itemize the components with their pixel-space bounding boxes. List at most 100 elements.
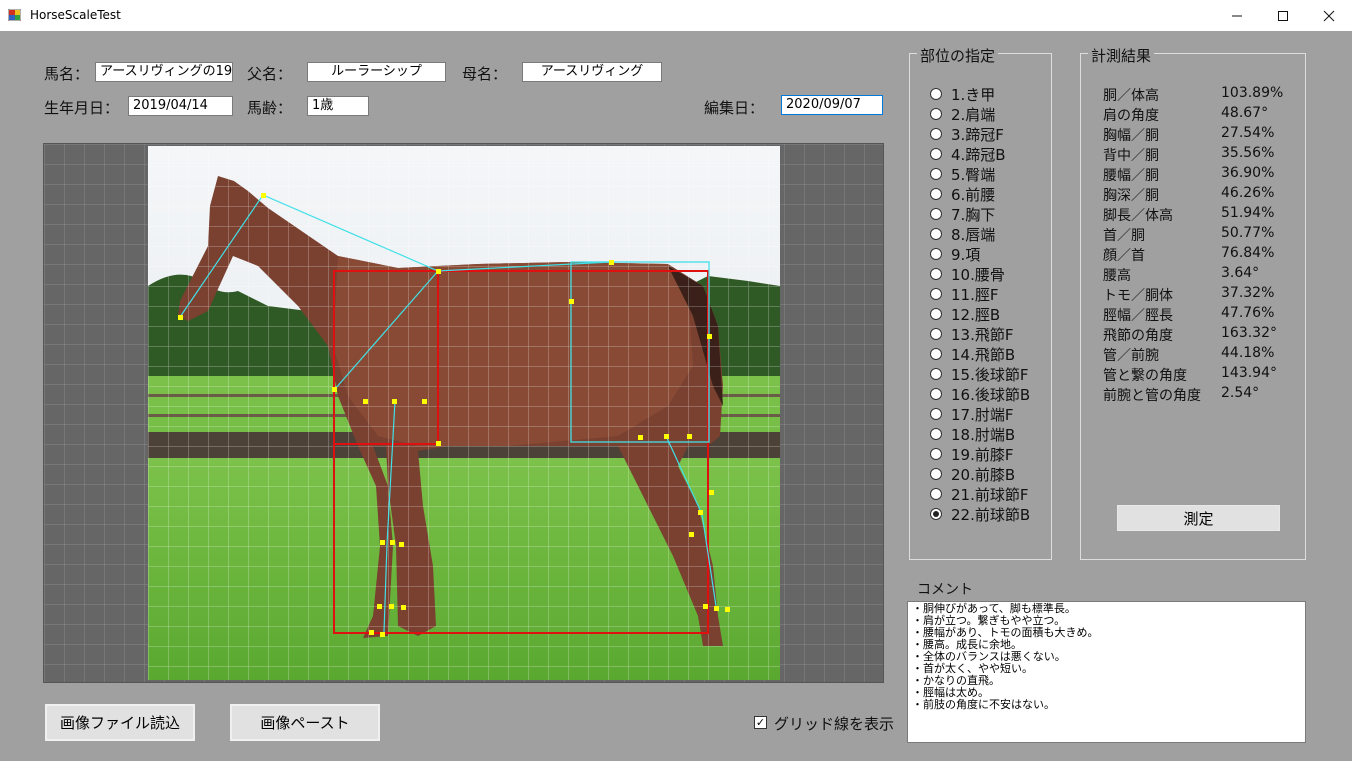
radio-button-icon[interactable]: [930, 128, 942, 140]
part-radio-20[interactable]: 20.前膝B: [930, 464, 1015, 484]
result-value: 143.94°: [1221, 365, 1277, 381]
close-button[interactable]: [1306, 0, 1352, 31]
part-radio-16[interactable]: 16.後球節B: [930, 384, 1030, 404]
grid-checkbox[interactable]: ✓: [754, 716, 767, 729]
radio-button-icon[interactable]: [930, 348, 942, 360]
dam-label: 母名：: [462, 65, 508, 83]
app-icon: [8, 9, 21, 21]
radio-button-icon[interactable]: [930, 368, 942, 380]
part-radio-10[interactable]: 10.腰骨: [930, 264, 1005, 284]
result-value: 47.76%: [1221, 305, 1275, 321]
radio-button-icon[interactable]: [930, 188, 942, 200]
result-value: 2.54°: [1221, 385, 1260, 401]
dam-field[interactable]: アースリヴィング: [522, 62, 662, 82]
part-radio-11[interactable]: 11.脛F: [930, 284, 998, 304]
horse-name-field[interactable]: アースリヴィングの19: [95, 62, 233, 82]
part-radio-9[interactable]: 9.項: [930, 244, 980, 264]
part-radio-label: 3.蹄冠F: [951, 125, 1004, 144]
part-radio-22[interactable]: 22.前球節B: [930, 504, 1030, 524]
radio-button-icon[interactable]: [930, 328, 942, 340]
part-radio-label: 16.後球節B: [951, 385, 1031, 404]
radio-button-icon[interactable]: [930, 288, 942, 300]
paste-image-button[interactable]: 画像ペースト: [230, 704, 380, 741]
minimize-icon: [1232, 15, 1242, 16]
part-radio-label: 20.前膝B: [951, 465, 1016, 484]
result-name: 腰幅／胴: [1103, 168, 1159, 184]
radio-button-icon[interactable]: [930, 208, 942, 220]
results-group: 計測結果 胴／体高 103.89% 肩の角度 48.67° 胸幅／胴 27.54% 背中／胴…: [1080, 45, 1306, 560]
radio-button-icon[interactable]: [930, 408, 942, 420]
part-radio-12[interactable]: 12.脛B: [930, 304, 1000, 324]
result-name: 管と繋の角度: [1103, 368, 1187, 384]
close-icon: [1323, 10, 1335, 21]
radio-button-icon[interactable]: [930, 508, 942, 520]
part-radio-14[interactable]: 14.飛節B: [930, 344, 1015, 364]
part-radio-label: 21.前球節F: [951, 485, 1029, 504]
comment-textarea[interactable]: ・胴伸びがあって、脚も標準長。 ・肩が立つ。繋ぎもやや立つ。 ・腰幅があり、トモの面…: [907, 601, 1306, 743]
part-radio-1[interactable]: 1.き甲: [930, 84, 995, 104]
part-radio-15[interactable]: 15.後球節F: [930, 364, 1028, 384]
part-radio-5[interactable]: 5.臀端: [930, 164, 995, 184]
shoulder-line: [334, 270, 439, 390]
radio-button-icon[interactable]: [930, 148, 942, 160]
part-radio-label: 22.前球節B: [951, 505, 1031, 524]
result-name: 脚長／体高: [1103, 208, 1173, 224]
result-name: 管／前腕: [1103, 348, 1159, 364]
radio-button-icon[interactable]: [930, 488, 942, 500]
edit-date-field[interactable]: 2020/09/07: [781, 95, 883, 115]
part-radio-label: 15.後球節F: [951, 365, 1029, 384]
part-radio-18[interactable]: 18.肘端B: [930, 424, 1015, 444]
part-radio-label: 10.腰骨: [951, 265, 1005, 284]
part-radio-17[interactable]: 17.肘端F: [930, 404, 1013, 424]
part-radio-label: 1.き甲: [951, 85, 996, 104]
radio-button-icon[interactable]: [930, 168, 942, 180]
radio-button-icon[interactable]: [930, 468, 942, 480]
part-radio-8[interactable]: 8.唇端: [930, 224, 995, 244]
part-radio-label: 4.蹄冠B: [951, 145, 1006, 164]
result-name: 脛幅／脛長: [1103, 308, 1173, 324]
edit-date-label: 編集日：: [704, 99, 765, 117]
image-canvas[interactable]: [43, 143, 884, 683]
maximize-button[interactable]: [1260, 0, 1306, 31]
part-radio-7[interactable]: 7.胸下: [930, 204, 995, 224]
load-image-button[interactable]: 画像ファイル読込: [45, 704, 195, 741]
radio-button-icon[interactable]: [930, 428, 942, 440]
part-radio-13[interactable]: 13.飛節F: [930, 324, 1013, 344]
part-radio-label: 12.脛B: [951, 305, 1001, 324]
sire-field[interactable]: ルーラーシップ: [307, 62, 446, 82]
radio-button-icon[interactable]: [930, 268, 942, 280]
result-value: 3.64°: [1221, 265, 1260, 281]
hindquarter-box: [570, 261, 710, 443]
anchor-points: [178, 193, 730, 637]
result-value: 37.32%: [1221, 285, 1275, 301]
measure-button[interactable]: 測定: [1117, 505, 1280, 531]
title-bar: HorseScaleTest: [0, 0, 1352, 31]
part-radio-label: 19.前膝F: [951, 445, 1014, 464]
birth-label: 生年月日：: [44, 99, 120, 117]
part-radio-3[interactable]: 3.蹄冠F: [930, 124, 1004, 144]
minimize-button[interactable]: [1214, 0, 1260, 31]
radio-button-icon[interactable]: [930, 448, 942, 460]
part-radio-6[interactable]: 6.前腰: [930, 184, 995, 204]
birth-date-field[interactable]: 2019/04/14: [128, 96, 233, 116]
result-name: トモ／胴体: [1103, 288, 1173, 304]
age-field[interactable]: 1歳: [307, 96, 369, 116]
comment-label: コメント: [917, 582, 973, 598]
radio-button-icon[interactable]: [930, 88, 942, 100]
horse-name-label: 馬名：: [44, 65, 90, 83]
part-radio-2[interactable]: 2.肩端: [930, 104, 995, 124]
radio-button-icon[interactable]: [930, 228, 942, 240]
radio-button-icon[interactable]: [930, 108, 942, 120]
part-radio-4[interactable]: 4.蹄冠B: [930, 144, 1006, 164]
radio-button-icon[interactable]: [930, 248, 942, 260]
result-value: 103.89%: [1221, 85, 1284, 101]
results-group-title: 計測結果: [1088, 45, 1155, 66]
radio-button-icon[interactable]: [930, 308, 942, 320]
radio-button-icon[interactable]: [930, 388, 942, 400]
part-radio-19[interactable]: 19.前膝F: [930, 444, 1013, 464]
result-value: 46.26%: [1221, 185, 1275, 201]
result-value: 48.67°: [1221, 105, 1269, 121]
result-name: 首／胴: [1103, 228, 1145, 244]
part-radio-21[interactable]: 21.前球節F: [930, 484, 1028, 504]
result-value: 44.18%: [1221, 345, 1275, 361]
